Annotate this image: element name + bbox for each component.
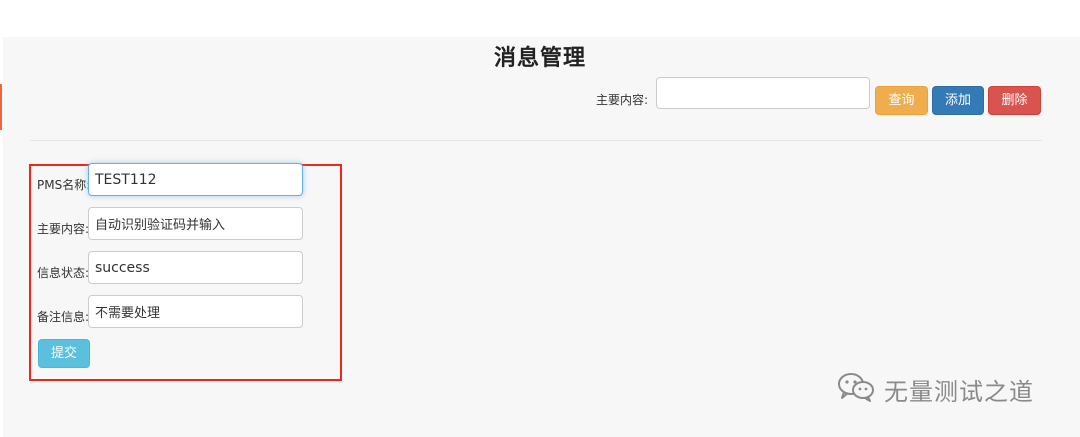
pms-name-label: PMS名称: [37,178,91,192]
main-content-field[interactable] [88,207,303,240]
sidebar-accent [0,84,2,130]
info-status-field[interactable] [88,251,303,284]
watermark-text: 无量测试之道 [884,377,1034,406]
divider [30,140,1042,141]
delete-button[interactable]: 删除 [988,86,1041,115]
wechat-icon [836,371,884,407]
remark-label: 备注信息: [37,310,90,324]
page-title: 消息管理 [493,46,586,71]
watermark: 无量测试之道 [836,372,1034,406]
search-label: 主要内容: [596,93,649,107]
query-button[interactable]: 查询 [875,86,928,115]
search-input[interactable] [656,77,870,109]
pms-name-field[interactable] [88,163,303,196]
top-bar [0,0,1080,37]
main-content-label: 主要内容: [37,222,90,236]
info-status-label: 信息状态: [37,266,90,280]
remark-field[interactable] [88,295,303,328]
add-button[interactable]: 添加 [932,86,984,115]
submit-button[interactable]: 提交 [38,339,90,368]
